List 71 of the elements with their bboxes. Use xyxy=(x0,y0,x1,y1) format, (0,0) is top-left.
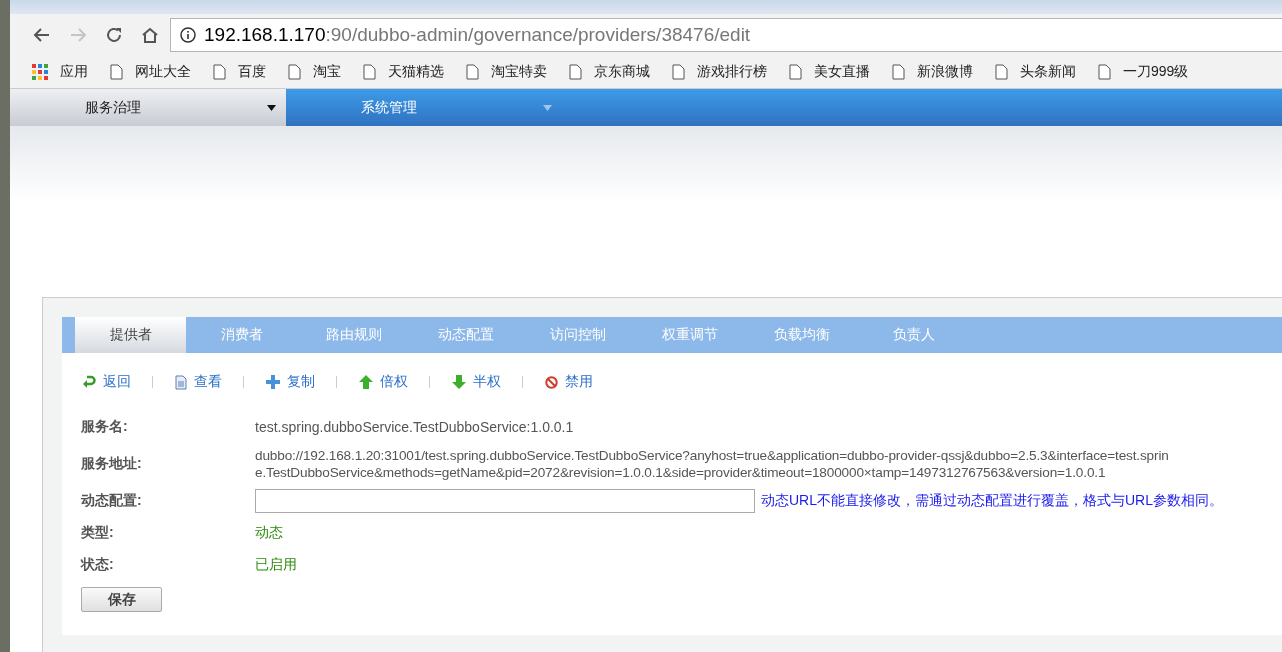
page-icon xyxy=(892,63,905,80)
bookmark-item[interactable]: 新浪微博 xyxy=(892,62,973,81)
plus-icon xyxy=(266,375,280,389)
forward-arrow-icon xyxy=(69,25,87,44)
down-arrow-icon xyxy=(452,375,466,389)
bookmark-item[interactable]: 淘宝特卖 xyxy=(466,62,547,81)
hint-text: 动态URL不能直接修改，需通过动态配置进行覆盖，格式与URL参数相同。 xyxy=(761,492,1223,510)
bookmark-item[interactable]: 网址大全 xyxy=(110,62,191,81)
field-label: 服务名: xyxy=(81,418,129,436)
return-arrow-icon xyxy=(82,375,96,389)
field-label: 状态: xyxy=(81,556,115,574)
action-link[interactable]: 倍权 xyxy=(359,373,408,391)
reload-icon xyxy=(105,25,123,44)
page-icon xyxy=(995,63,1008,80)
action-link[interactable]: 查看 xyxy=(175,373,222,391)
bookmark-label: 网址大全 xyxy=(135,62,191,81)
field-label: 动态配置: xyxy=(81,492,143,510)
field-label: 类型: xyxy=(81,524,115,542)
bookmark-item[interactable]: 头条新闻 xyxy=(995,62,1076,81)
bookmark-label: 新浪微博 xyxy=(917,62,973,81)
prohibited-icon xyxy=(545,375,558,389)
page-icon xyxy=(672,63,685,80)
action-link[interactable]: 复制 xyxy=(266,373,315,391)
home-icon xyxy=(141,25,159,44)
bookmark-label: 头条新闻 xyxy=(1020,62,1076,81)
url-text-line: dubbo://192.168.1.20:31001/test.spring.dubboService.TestDubboService?anyhost=true&application=dubbo-provider-qssj&dubbo=2.5.3&interface=test.sprin xyxy=(255,447,1169,464)
field-value: 动态 xyxy=(255,524,283,542)
bookmark-label: 淘宝特卖 xyxy=(491,62,547,81)
page-icon xyxy=(569,63,582,80)
field-label: 服务地址: xyxy=(81,455,143,473)
action-link[interactable]: 返回 xyxy=(82,373,131,391)
save-button[interactable]: 保存 xyxy=(81,587,162,612)
bookmark-label: 美女直播 xyxy=(814,62,870,81)
action-link[interactable]: 禁用 xyxy=(545,373,593,391)
input-field[interactable] xyxy=(255,489,755,513)
info-icon xyxy=(180,26,196,43)
bookmark-item[interactable]: 应用 xyxy=(32,62,88,81)
bookmark-item[interactable]: 淘宝 xyxy=(288,62,341,81)
bookmark-item[interactable]: 美女直播 xyxy=(789,62,870,81)
back-arrow-icon xyxy=(33,25,51,44)
url-text-line: e.TestDubboService&methods=getName&pid=2072&revision=1.0.0.1&side=provider&timeout=1800000×tamp=1497312767563&version=1.0.0.1 xyxy=(255,464,1107,481)
bookmark-item[interactable]: 游戏排行榜 xyxy=(672,62,767,81)
bookmark-item[interactable]: 京东商城 xyxy=(569,62,650,81)
document-icon xyxy=(175,374,187,390)
bookmark-label: 京东商城 xyxy=(594,62,650,81)
page-icon xyxy=(363,63,376,80)
page-icon xyxy=(110,63,123,80)
page-icon xyxy=(213,63,226,80)
bookmark-item[interactable]: 百度 xyxy=(213,62,266,81)
bookmark-label: 淘宝 xyxy=(313,62,341,81)
address-bar[interactable]: 192.168.1.170:90/dubbo-admin/governance/providers/38476/edit xyxy=(170,17,1282,52)
bookmark-label: 应用 xyxy=(60,62,88,81)
bookmark-item[interactable]: 一刀999级 xyxy=(1098,62,1189,81)
up-arrow-icon xyxy=(359,375,373,389)
bookmark-label: 游戏排行榜 xyxy=(697,62,767,81)
field-value: 已启用 xyxy=(255,556,297,574)
bookmark-label: 百度 xyxy=(238,62,266,81)
action-link[interactable]: 半权 xyxy=(452,373,501,391)
caret-icon xyxy=(267,104,276,111)
bookmark-label: 天猫精选 xyxy=(388,62,444,81)
page-icon xyxy=(789,63,802,80)
page-icon xyxy=(466,63,479,80)
page-icon xyxy=(288,63,301,80)
bookmark-item[interactable]: 天猫精选 xyxy=(363,62,444,81)
apps-grid-icon xyxy=(32,63,48,80)
caret-icon xyxy=(543,104,552,111)
bookmark-label: 一刀999级 xyxy=(1123,62,1189,81)
menu-item[interactable]: 服务治理 xyxy=(10,89,286,126)
field-value: test.spring.dubboService.TestDubboService:1.0.0.1 xyxy=(255,419,574,435)
page-icon xyxy=(1098,63,1111,80)
tab[interactable]: 提供者 xyxy=(75,317,186,353)
